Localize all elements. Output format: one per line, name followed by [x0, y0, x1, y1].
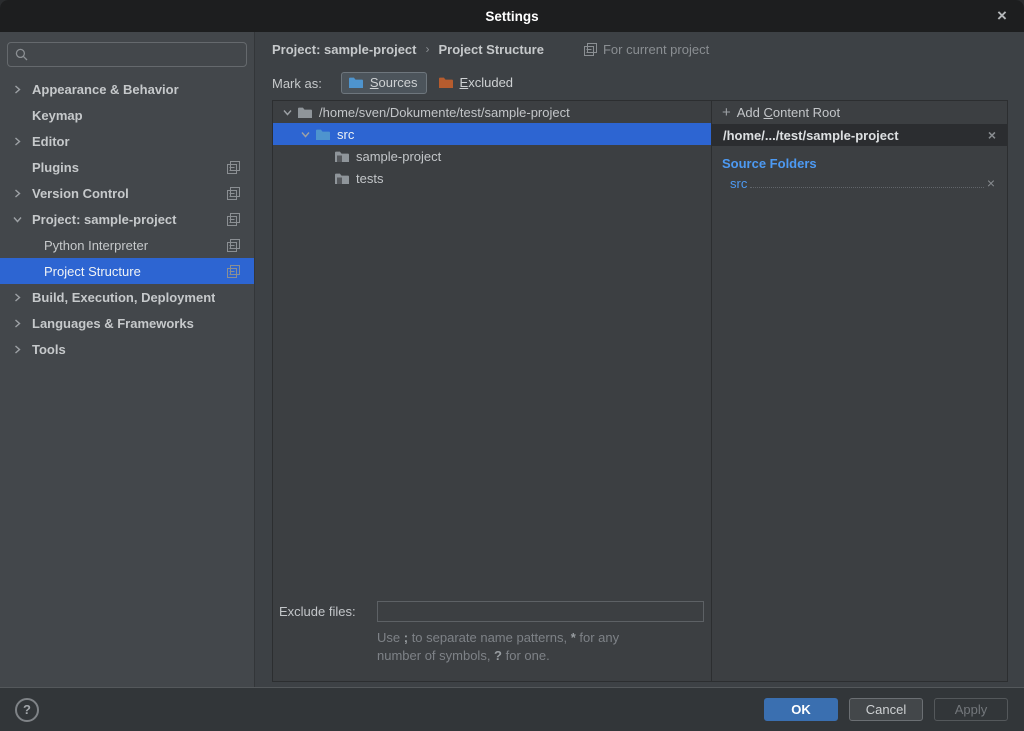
dotted-leader — [750, 187, 983, 188]
folder-icon — [334, 172, 350, 185]
sidebar-item-tools[interactable]: Tools — [0, 336, 254, 362]
sidebar-item-python-interpreter[interactable]: Python Interpreter — [0, 232, 254, 258]
sidebar-item-editor[interactable]: Editor — [0, 128, 254, 154]
breadcrumb-project[interactable]: Project: sample-project — [272, 42, 417, 57]
folder-icon — [297, 106, 313, 119]
tree-row-label: sample-project — [356, 149, 441, 164]
chevron-down-icon — [278, 108, 297, 117]
mark-as-excluded-button[interactable]: Excluded — [431, 72, 522, 94]
sidebar-list: Appearance & Behavior Keymap Editor Plug… — [0, 76, 254, 362]
exclude-files-label: Exclude files: — [279, 604, 377, 619]
help-icon: ? — [23, 702, 31, 717]
search-field-wrap — [7, 42, 247, 67]
sidebar-item-languages-frameworks[interactable]: Languages & Frameworks — [0, 310, 254, 336]
chevron-right-icon — [13, 85, 32, 94]
chevron-right-icon — [13, 137, 32, 146]
source-folders-title: Source Folders — [712, 153, 1007, 173]
cancel-button[interactable]: Cancel — [849, 698, 923, 721]
for-current-project-note: For current project — [584, 42, 709, 57]
tree-row-content-root[interactable]: /home/sven/Dokumente/test/sample-project — [273, 101, 711, 123]
sidebar-item-appearance-behavior[interactable]: Appearance & Behavior — [0, 76, 254, 102]
project-structure-panel: /home/sven/Dokumente/test/sample-project… — [272, 100, 1008, 682]
plus-icon: + — [722, 104, 731, 121]
chevron-right-icon — [13, 345, 32, 354]
help-button[interactable]: ? — [15, 698, 39, 722]
ok-button[interactable]: OK — [764, 698, 838, 721]
sidebar-item-label: Project: sample-project — [32, 212, 177, 227]
mark-as-row: Mark as: Sources Excluded — [255, 66, 1024, 100]
chevron-down-icon — [13, 215, 32, 224]
dialog-footer: ? OK Cancel Apply — [0, 687, 1024, 731]
source-folder-item[interactable]: src × — [712, 173, 1007, 193]
folder-icon — [334, 150, 350, 163]
sidebar-item-label: Appearance & Behavior — [32, 82, 179, 97]
source-folder-name: src — [730, 176, 747, 191]
exclude-files-input[interactable] — [377, 601, 704, 622]
directory-tree: /home/sven/Dokumente/test/sample-project… — [273, 101, 712, 681]
chevron-right-icon — [13, 293, 32, 302]
mark-as-sources-button[interactable]: Sources — [341, 72, 427, 94]
source-folder-icon — [315, 128, 331, 141]
sidebar-item-version-control[interactable]: Version Control — [0, 180, 254, 206]
add-content-root-button[interactable]: + Add Content Root — [712, 101, 1007, 124]
for-current-project-label: For current project — [603, 42, 709, 57]
chevron-right-icon — [13, 319, 32, 328]
sidebar-item-label: Plugins — [32, 160, 79, 175]
tree-row-label: tests — [356, 171, 383, 186]
settings-dialog: Settings × Appearance & Behavior Keyma — [0, 0, 1024, 731]
sidebar-item-keymap[interactable]: Keymap — [0, 102, 254, 128]
tree-row-tests[interactable]: tests — [273, 167, 711, 189]
exclude-files-section: Exclude files: Use ; to separate name pa… — [273, 601, 711, 681]
sidebar-item-label: Python Interpreter — [44, 238, 148, 253]
sidebar-item-label: Project Structure — [44, 264, 141, 279]
breadcrumb: Project: sample-project › Project Struct… — [255, 32, 1024, 66]
settings-search-input[interactable] — [7, 42, 247, 67]
sidebar-item-project-structure[interactable]: Project Structure — [0, 258, 254, 284]
sidebar-item-plugins[interactable]: Plugins — [0, 154, 254, 180]
exclude-files-hint: Use ; to separate name patterns, * for a… — [377, 629, 711, 665]
main-panel: Project: sample-project › Project Struct… — [255, 32, 1024, 687]
mark-as-label: Mark as: — [272, 76, 322, 91]
sidebar-item-label: Tools — [32, 342, 66, 357]
folder-excluded-icon — [438, 76, 454, 89]
sidebar-item-label: Keymap — [32, 108, 83, 123]
remove-content-root-icon[interactable]: × — [988, 128, 996, 142]
per-project-settings-icon — [227, 187, 240, 200]
tree-row-src[interactable]: src — [273, 123, 711, 145]
chevron-down-icon — [296, 130, 315, 139]
folder-sources-icon — [348, 76, 364, 89]
breadcrumb-page: Project Structure — [439, 42, 544, 57]
per-project-settings-icon — [227, 213, 240, 226]
dialog-title: Settings — [485, 9, 538, 24]
settings-sidebar: Appearance & Behavior Keymap Editor Plug… — [0, 32, 255, 687]
sidebar-item-label: Editor — [32, 134, 70, 149]
content-root-item[interactable]: /home/.../test/sample-project × — [712, 124, 1007, 146]
breadcrumb-separator: › — [426, 42, 430, 56]
chevron-right-icon — [13, 189, 32, 198]
close-icon[interactable]: × — [990, 0, 1014, 32]
content-root-path: /home/.../test/sample-project — [723, 128, 899, 143]
sidebar-item-label: Build, Execution, Deployment — [32, 290, 215, 305]
sidebar-item-label: Version Control — [32, 186, 129, 201]
sidebar-item-project-sample-project[interactable]: Project: sample-project — [0, 206, 254, 232]
per-project-settings-icon — [227, 265, 240, 278]
search-icon — [15, 48, 28, 61]
content-roots-pane: + Add Content Root /home/.../test/sample… — [712, 101, 1007, 681]
apply-button: Apply — [934, 698, 1008, 721]
per-project-settings-icon — [227, 239, 240, 252]
sidebar-item-build-execution-deployment[interactable]: Build, Execution, Deployment — [0, 284, 254, 310]
per-project-settings-icon — [584, 43, 597, 56]
tree-row-label: /home/sven/Dokumente/test/sample-project — [319, 105, 570, 120]
per-project-settings-icon — [227, 161, 240, 174]
remove-source-folder-icon[interactable]: × — [987, 176, 995, 190]
tree-row-sample-project[interactable]: sample-project — [273, 145, 711, 167]
tree-row-label: src — [337, 127, 354, 142]
title-bar: Settings × — [0, 0, 1024, 32]
sidebar-item-label: Languages & Frameworks — [32, 316, 194, 331]
